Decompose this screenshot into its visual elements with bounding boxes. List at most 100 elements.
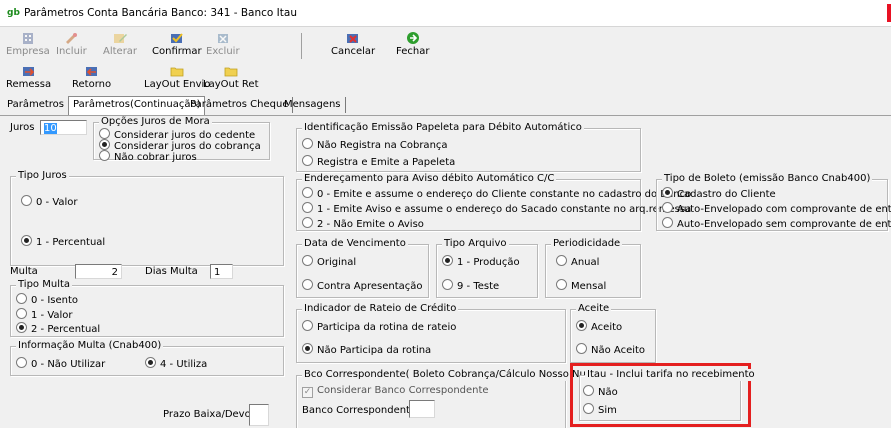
tipo-multa-group: Tipo Multa 0 - Isento 1 - Valor 2 - Perc… (10, 279, 284, 337)
tab-mensagens[interactable]: Mensagens (280, 97, 346, 113)
layout-envio-button[interactable]: LayOut Envio (144, 64, 210, 90)
identificacao-legend: Identificação Emissão Papeleta para Débi… (302, 122, 584, 134)
radio-nao-aceito[interactable]: Não Aceito (576, 343, 645, 357)
radio-tarifa-nao-label: Não (598, 387, 618, 398)
opcoes-juros-group: Opções Juros de Mora Considerar juros do… (93, 116, 270, 163)
layout-ret-label: LayOut Ret (203, 79, 259, 90)
confirmar-button[interactable]: Confirmar (152, 31, 202, 57)
juros-label: Juros (10, 122, 35, 133)
excluir-label: Excluir (206, 46, 240, 57)
close-window-button-edge[interactable] (887, 4, 891, 22)
juros-value: 10 (44, 123, 57, 134)
checkbox-considerar-banco[interactable]: ✓ Considerar Banco Correspondente (302, 385, 489, 398)
remessa-label: Remessa (6, 79, 52, 90)
radio-registra-emite-label: Registra e Emite a Papeleta (317, 157, 456, 168)
aceite-group: Aceite Aceito Não Aceito (570, 303, 656, 363)
radio-venc-contra-apresentacao[interactable]: Contra Apresentação (302, 279, 423, 293)
add-icon (66, 33, 78, 44)
radio-nao-participa-rateio[interactable]: Não Participa da rotina (302, 343, 431, 357)
radio-tipo-juros-percentual[interactable]: 1 - Percentual (21, 235, 105, 249)
confirmar-label: Confirmar (152, 46, 202, 57)
prazo-baixa-input[interactable] (249, 404, 269, 426)
send-icon (22, 67, 34, 76)
radio-arquivo-producao[interactable]: 1 - Produção (442, 255, 520, 269)
enderecamento-group: Endereçamento para Aviso débito Automáti… (296, 173, 691, 231)
radio-tipo-juros-percentual-label: 1 - Percentual (36, 237, 106, 248)
radio-nao-emite-aviso-label: 2 - Não Emite o Aviso (317, 219, 424, 230)
radio-info-multa-utiliza[interactable]: 4 - Utiliza (145, 357, 207, 371)
radio-info-multa-utiliza-label: 4 - Utiliza (160, 359, 208, 370)
tipo-arquivo-legend: Tipo Arquivo (442, 238, 509, 250)
radio-multa-valor[interactable]: 1 - Valor (16, 308, 73, 322)
multa-label: Multa (10, 266, 38, 277)
confirm-icon (170, 33, 183, 43)
radio-info-multa-nao-utilizar[interactable]: 0 - Não Utilizar (16, 357, 105, 371)
tipo-boleto-group: Tipo de Boleto (emissão Banco Cnab400) C… (656, 173, 891, 231)
radio-endereco-sacado-label: 1 - Emite Aviso e assume o endereço do S… (317, 204, 692, 215)
radio-periodicidade-anual[interactable]: Anual (556, 255, 599, 269)
radio-multa-isento[interactable]: 0 - Isento (16, 293, 78, 307)
radio-venc-original[interactable]: Original (302, 255, 356, 269)
radio-info-multa-nao-utilizar-label: 0 - Não Utilizar (31, 359, 106, 370)
retorno-button[interactable]: Retorno (72, 64, 111, 90)
info-multa-group: Informação Multa (Cnab400) 0 - Não Utili… (10, 340, 284, 376)
radio-auto-envelopado-com[interactable]: Auto-Envelopado com comprovante de entre… (662, 202, 891, 216)
radio-nao-registra[interactable]: Não Registra na Cobrança (302, 138, 448, 152)
alterar-button[interactable]: Alterar (103, 31, 137, 57)
radio-tarifa-nao[interactable]: Não (583, 385, 618, 399)
identificacao-group: Identificação Emissão Papeleta para Débi… (296, 122, 641, 172)
cancelar-button[interactable]: Cancelar (331, 31, 375, 57)
fechar-button[interactable]: Fechar (396, 31, 429, 57)
radio-arquivo-teste[interactable]: 9 - Teste (442, 279, 499, 293)
excluir-button[interactable]: Excluir (206, 31, 240, 57)
radio-participa-rateio-label: Participa da rotina de rateio (317, 322, 457, 333)
dias-multa-label: Dias Multa (145, 266, 198, 277)
bco-correspondente-group: Bco Correspondente( Boleto Cobrança/Cálc… (296, 369, 618, 428)
juros-input[interactable]: 10 (40, 120, 87, 135)
remessa-button[interactable]: Remessa (6, 64, 51, 90)
enderecamento-legend: Endereçamento para Aviso débito Automáti… (302, 173, 557, 185)
banco-correspondente-input[interactable] (409, 400, 435, 418)
multa-input[interactable]: 2 (75, 264, 122, 279)
radio-nao-cobrar-juros[interactable]: Não cobrar juros (99, 150, 197, 164)
retorno-label: Retorno (72, 79, 112, 90)
opcoes-juros-legend: Opções Juros de Mora (99, 116, 212, 128)
close-icon (406, 32, 419, 44)
toolbar-separator (301, 33, 302, 59)
data-vencimento-group: Data de Vencimento Original Contra Apres… (296, 238, 429, 298)
radio-endereco-cliente[interactable]: 0 - Emite e assume o endereço do Cliente… (302, 187, 691, 201)
radio-endereco-sacado[interactable]: 1 - Emite Aviso e assume o endereço do S… (302, 202, 691, 216)
radio-periodicidade-mensal[interactable]: Mensal (556, 279, 606, 293)
incluir-button[interactable]: Incluir (56, 31, 87, 57)
empresa-label: Empresa (6, 46, 50, 57)
radio-auto-envelopado-sem[interactable]: Auto-Envelopado sem comprovante de entre… (662, 217, 891, 231)
radio-tipo-juros-valor[interactable]: 0 - Valor (21, 195, 78, 209)
tab-panel: Juros 10 Opções Juros de Mora Considerar… (0, 115, 891, 428)
radio-aceito[interactable]: Aceito (576, 320, 622, 334)
tab-parametros[interactable]: Parâmetros (3, 97, 69, 113)
radio-arquivo-teste-label: 9 - Teste (457, 281, 500, 292)
fechar-label: Fechar (396, 46, 430, 57)
radio-registra-emite[interactable]: Registra e Emite a Papeleta (302, 155, 455, 169)
dias-multa-value: 1 (214, 267, 221, 278)
radio-multa-percentual[interactable]: 2 - Percentual (16, 322, 100, 336)
tab-parametros-cheque[interactable]: Parâmetros Cheque (186, 97, 294, 113)
dias-multa-input[interactable]: 1 (210, 264, 233, 279)
multa-value: 2 (111, 267, 118, 278)
toolbar: Empresa Incluir Alterar Confirmar Exclui… (0, 27, 891, 97)
radio-nao-emite-aviso[interactable]: 2 - Não Emite o Aviso (302, 217, 424, 231)
radio-auto-envelopado-com-label: Auto-Envelopado com comprovante de entre… (677, 204, 891, 215)
radio-participa-rateio[interactable]: Participa da rotina de rateio (302, 320, 456, 334)
empresa-button[interactable]: Empresa (6, 31, 50, 57)
radio-cadastro-cliente[interactable]: Cadastro do Cliente (662, 187, 776, 201)
radio-periodicidade-mensal-label: Mensal (571, 281, 607, 292)
radio-tarifa-sim[interactable]: Sim (583, 403, 617, 417)
checkbox-considerar-banco-label: Considerar Banco Correspondente (317, 385, 489, 396)
alterar-label: Alterar (103, 46, 138, 57)
tab-parametros-continuacao[interactable]: Parâmetros(Continuação) (68, 96, 206, 115)
title-bar: gb Parâmetros Conta Bancária Banco: 341 … (0, 0, 891, 27)
layout-ret-button[interactable]: LayOut Ret (203, 64, 259, 90)
incluir-label: Incluir (56, 46, 87, 57)
cancel-icon (347, 34, 359, 43)
delete-icon (217, 34, 228, 43)
